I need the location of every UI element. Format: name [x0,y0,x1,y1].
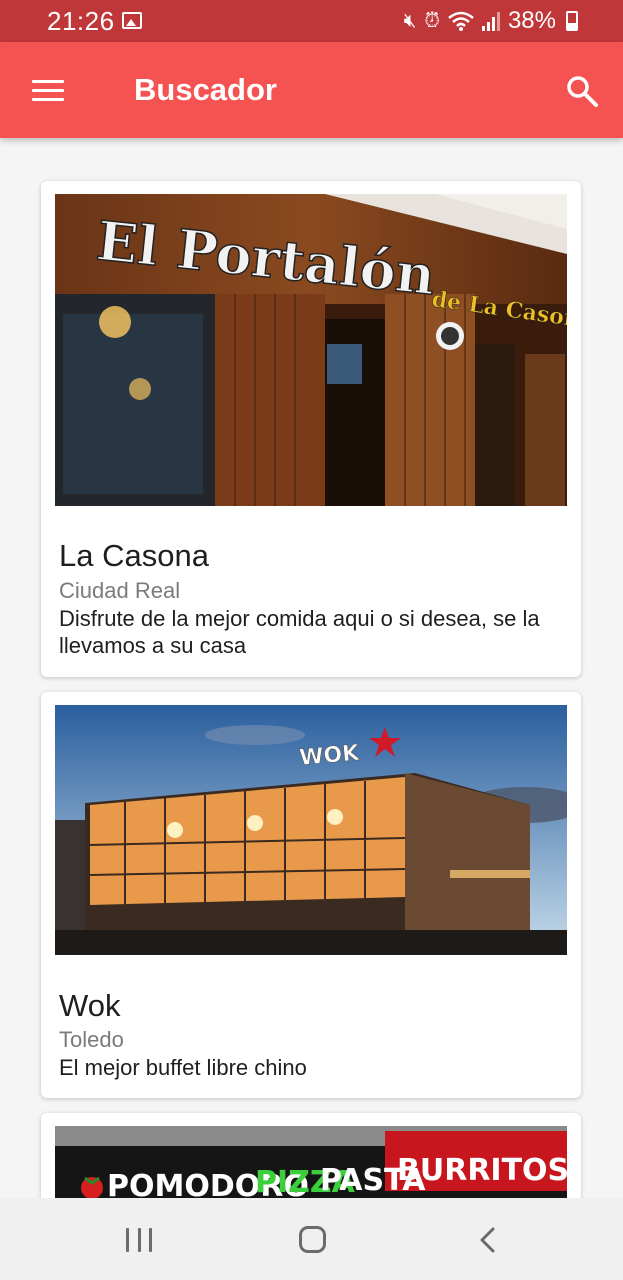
restaurant-name: La Casona [59,538,209,573]
restaurant-image: El Portalón de La Casona [55,194,567,506]
battery-text: 38% [507,7,556,34]
restaurant-card[interactable]: POMODORO PIZZA PASTA BURRITOS [41,1113,581,1198]
alarm-icon: ⏰︎ [424,10,440,32]
battery-icon [566,11,578,31]
restaurant-image: WOK [55,705,567,955]
status-bar: 21:26 🔇︎ ⏰︎ 38% [0,0,623,42]
wifi-icon [448,11,474,31]
navigation-bar [0,1198,623,1280]
restaurant-city: Ciudad Real [59,578,181,603]
image-icon [122,12,142,29]
restaurant-description: Disfrute de la mejor comida aqui o si de… [59,606,540,658]
sign-text: WOK [298,741,361,771]
home-icon[interactable] [299,1226,326,1253]
search-icon[interactable] [565,74,599,108]
sign-text: BURRITOS [397,1153,567,1188]
menu-icon[interactable] [32,80,66,102]
restaurant-city: Toledo [59,1027,124,1052]
restaurant-card[interactable]: El Portalón de La Casona La Casona Ciuda… [41,181,581,677]
restaurant-list: El Portalón de La Casona La Casona Ciuda… [0,138,623,1198]
restaurant-card[interactable]: WOK Wok Toledo El mejor buffet libre chi… [41,692,581,1098]
page-title: Buscador [134,72,277,107]
signal-icon [481,12,500,31]
app-bar: Buscador [0,42,623,138]
mute-icon: 🔇︎ [403,10,417,32]
back-icon[interactable] [478,1227,498,1253]
restaurant-name: Wok [59,988,121,1023]
restaurant-image: POMODORO PIZZA PASTA BURRITOS [55,1126,567,1198]
recents-icon[interactable] [126,1228,152,1252]
restaurant-description: El mejor buffet libre chino [59,1055,307,1080]
status-icons: 🔇︎ ⏰︎ 38% [404,7,578,35]
status-time: 21:26 [47,6,115,36]
